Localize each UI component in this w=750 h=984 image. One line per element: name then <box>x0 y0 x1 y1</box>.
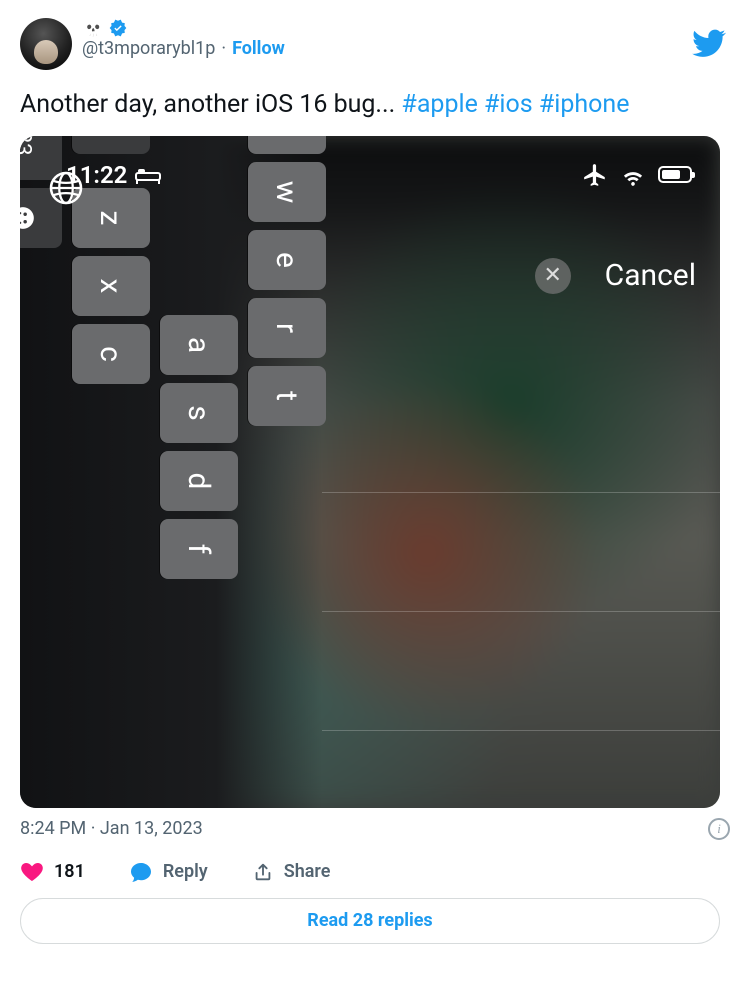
battery-icon <box>658 166 692 183</box>
reply-icon <box>129 860 153 884</box>
reply-label: Reply <box>163 861 208 882</box>
handle[interactable]: @t3mporarybl1p <box>82 38 215 61</box>
key-c[interactable]: c <box>72 324 150 384</box>
avatar[interactable] <box>20 18 72 70</box>
display-name-emoji: 💀 <box>82 19 104 37</box>
hashtag[interactable]: #iphone <box>539 90 630 119</box>
tweet-timestamp[interactable]: 8:24 PM · Jan 13, 2023 <box>20 818 203 839</box>
key-e[interactable]: e <box>248 230 326 290</box>
key-s[interactable]: s <box>160 383 238 443</box>
cancel-button[interactable]: Cancel <box>605 258 696 293</box>
share-icon <box>252 861 274 883</box>
share-action[interactable]: Share <box>252 861 331 883</box>
key-f[interactable]: f <box>160 519 238 579</box>
tweet-media[interactable]: 11:22 ✕ Cance <box>20 136 720 808</box>
tweet-card: 💀 @t3mporarybl1p · Follow Another day, a… <box>0 0 750 960</box>
airplane-mode-icon <box>582 162 608 188</box>
ios-status-bar: 11:22 <box>20 136 720 214</box>
read-replies-button[interactable]: Read 28 replies <box>20 898 720 944</box>
like-action[interactable]: 181 <box>20 860 85 884</box>
bed-icon <box>135 165 161 185</box>
ios-keyboard: q w e r t a s d f <box>26 136 326 774</box>
follow-link[interactable]: Follow <box>232 38 285 61</box>
hashtag[interactable]: #ios <box>484 90 533 119</box>
tweet-header: 💀 @t3mporarybl1p · Follow <box>20 18 730 70</box>
heart-icon <box>20 860 44 884</box>
tweet-meta-row: 8:24 PM · Jan 13, 2023 i <box>20 818 730 840</box>
key-d[interactable]: d <box>160 451 238 511</box>
twitter-logo-icon[interactable] <box>692 26 726 60</box>
info-icon[interactable]: i <box>708 818 730 840</box>
wifi-icon <box>620 162 646 188</box>
list-separators <box>322 492 720 808</box>
separator-dot: · <box>221 38 226 61</box>
hashtag[interactable]: #apple <box>401 90 477 119</box>
key-r[interactable]: r <box>248 298 326 358</box>
globe-icon <box>48 170 84 206</box>
key-t[interactable]: t <box>248 366 326 426</box>
clear-search-icon[interactable]: ✕ <box>535 258 571 294</box>
verified-badge-icon <box>108 18 128 38</box>
search-bar-right: ✕ Cancel <box>535 258 696 294</box>
share-label: Share <box>284 861 331 882</box>
reply-action[interactable]: Reply <box>129 860 208 884</box>
key-x[interactable]: x <box>72 256 150 316</box>
key-a[interactable]: a <box>160 315 238 375</box>
keyboard-panel: q w e r t a s d f <box>20 136 322 808</box>
tweet-text: Another day, another iOS 16 bug... #appl… <box>20 88 730 122</box>
tweet-text-plain: Another day, another iOS 16 bug... <box>20 90 401 119</box>
read-replies-label: Read 28 replies <box>307 910 432 931</box>
tweet-actions: 181 Reply Share <box>20 860 730 884</box>
like-count: 181 <box>54 861 85 882</box>
